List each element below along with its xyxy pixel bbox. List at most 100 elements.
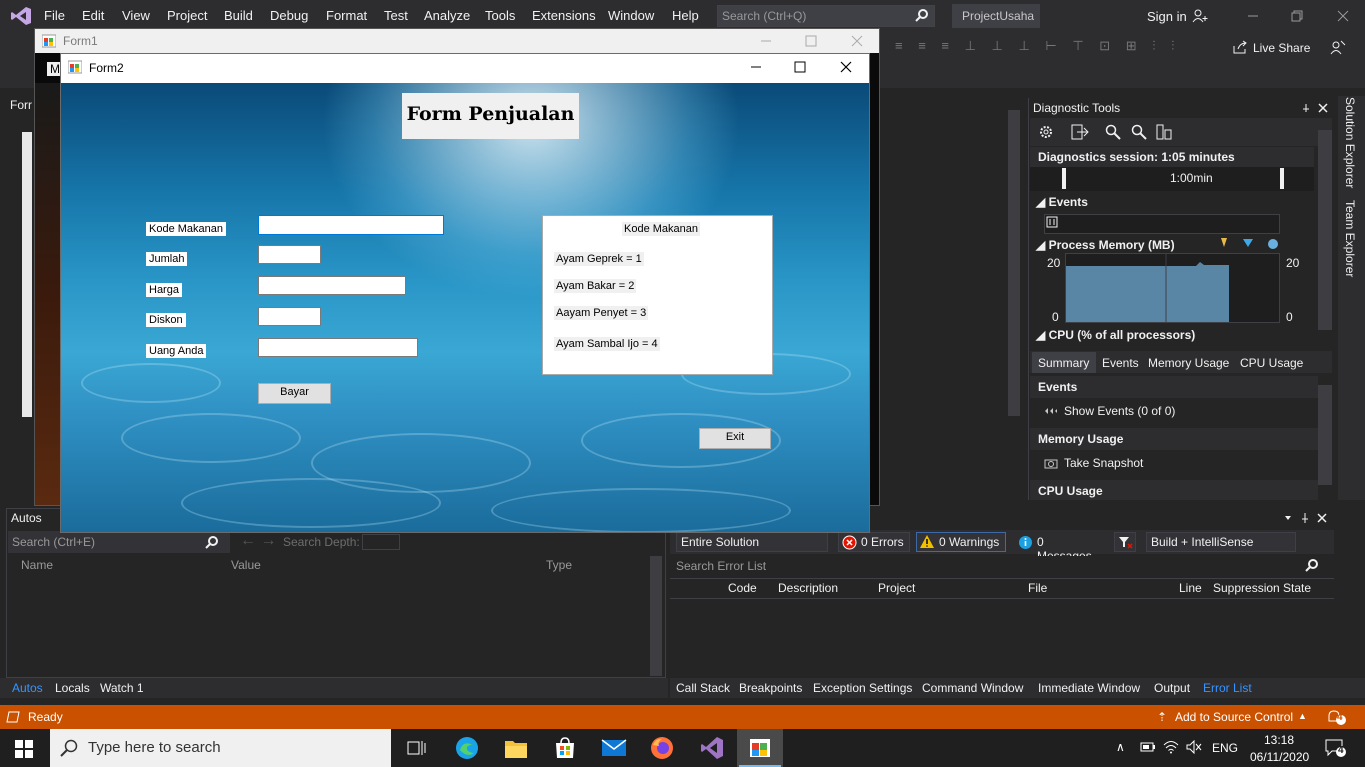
tab-autos[interactable]: Autos <box>12 681 43 695</box>
timeline-end-handle[interactable] <box>1280 168 1284 189</box>
menu-debug[interactable]: Debug <box>270 8 308 23</box>
export-icon[interactable] <box>1071 124 1089 140</box>
add-to-source-control[interactable]: Add to Source Control <box>1175 710 1293 724</box>
search-depth-select[interactable] <box>362 534 400 550</box>
tab-watch1[interactable]: Watch 1 <box>100 681 144 695</box>
filter-icon[interactable] <box>1114 532 1136 552</box>
errcol-description[interactable]: Description <box>778 581 838 595</box>
clock-date[interactable]: 06/11/2020 <box>1250 750 1309 764</box>
errlist-pin-close-icon[interactable] <box>1283 512 1331 524</box>
designer-scrollbar[interactable] <box>1008 110 1020 416</box>
vs-restore-icon[interactable] <box>1289 8 1305 24</box>
tab-memory-usage[interactable]: Memory Usage <box>1148 356 1229 370</box>
designer-tab[interactable]: Forr <box>10 98 32 112</box>
menu-edit[interactable]: Edit <box>82 8 104 23</box>
vs-search-input[interactable]: Search (Ctrl+Q) <box>717 5 935 27</box>
tab-summary[interactable]: Summary <box>1038 356 1089 370</box>
jumlah-input[interactable] <box>258 245 321 264</box>
zoom-out-icon[interactable] <box>1131 124 1147 140</box>
live-share-icon[interactable] <box>1232 40 1248 54</box>
autos-scrollbar[interactable] <box>650 556 662 676</box>
tab-immediate-window[interactable]: Immediate Window <box>1038 681 1140 695</box>
menu-analyze[interactable]: Analyze <box>424 8 470 23</box>
wifi-icon[interactable] <box>1163 739 1179 754</box>
menu-tools[interactable]: Tools <box>485 8 515 23</box>
chevron-up-icon[interactable]: ▲ <box>1298 711 1307 721</box>
task-view-icon[interactable] <box>407 739 427 757</box>
errlist-search-icon[interactable] <box>1305 558 1319 572</box>
errcol-suppression[interactable]: Suppression State <box>1213 581 1311 595</box>
timeline-start-handle[interactable] <box>1062 168 1066 189</box>
pin-close-icon[interactable] <box>1300 103 1332 113</box>
error-list-search[interactable]: Search Error List <box>672 556 1332 576</box>
build-intellisense-select[interactable]: Build + IntelliSense <box>1146 532 1296 552</box>
scope-select[interactable]: Entire Solution <box>676 532 828 552</box>
process-memory-header[interactable]: ◢ Process Memory (MB) <box>1036 238 1175 252</box>
menu-build[interactable]: Build <box>224 8 253 23</box>
show-events-link[interactable]: Show Events (0 of 0) <box>1030 400 1318 424</box>
back-arrow-icon[interactable]: ← → <box>240 532 276 550</box>
menu-window[interactable]: Window <box>608 8 654 23</box>
tab-breakpoints[interactable]: Breakpoints <box>739 681 802 695</box>
winforms-app-icon[interactable] <box>749 737 771 759</box>
vs-close-icon[interactable] <box>1335 8 1351 24</box>
tab-error-list[interactable]: Error List <box>1203 681 1252 695</box>
team-explorer-tab[interactable]: Team Explorer <box>1343 200 1357 277</box>
tab-output[interactable]: Output <box>1154 681 1190 695</box>
form1-window-controls-icon[interactable] <box>758 35 868 47</box>
diag-upper-scrollbar[interactable] <box>1318 130 1332 330</box>
menu-view[interactable]: View <box>122 8 150 23</box>
visual-studio-taskbar-icon[interactable] <box>700 736 724 760</box>
form1-titlebar[interactable]: Form1 <box>35 29 879 53</box>
errcol-project[interactable]: Project <box>878 581 915 595</box>
gear-icon[interactable] <box>1038 124 1054 140</box>
file-explorer-icon[interactable] <box>504 737 528 759</box>
tray-overflow-icon[interactable]: ∧ <box>1116 740 1125 754</box>
diag-lower-scrollbar[interactable] <box>1318 385 1332 485</box>
tab-exception-settings[interactable]: Exception Settings <box>813 681 912 695</box>
menu-format[interactable]: Format <box>326 8 367 23</box>
mail-icon[interactable] <box>601 738 627 758</box>
form2-maximize-icon[interactable] <box>794 61 806 73</box>
pause-icon[interactable] <box>1046 216 1058 228</box>
firefox-icon[interactable] <box>650 736 674 760</box>
menu-project[interactable]: Project <box>167 8 207 23</box>
autos-search-input[interactable]: Search (Ctrl+E) <box>8 531 230 553</box>
harga-input[interactable] <box>258 276 406 295</box>
take-snapshot-button[interactable]: Take Snapshot <box>1030 452 1318 476</box>
zoom-in-icon[interactable] <box>1105 124 1121 140</box>
live-share-button[interactable]: Live Share <box>1253 41 1310 55</box>
autos-col-value[interactable]: Value <box>231 558 261 572</box>
reset-zoom-icon[interactable] <box>1156 124 1172 140</box>
layout-tools-icon[interactable]: ≡ ≡ ≡ ⊥ ⊥ ⊥ ⊢ ⊤ ⊡ ⊞ ⫶ ⫶ <box>895 38 1215 54</box>
cpu-header[interactable]: ◢ CPU (% of all processors) <box>1036 328 1195 342</box>
visual-studio-logo-icon[interactable] <box>10 6 32 26</box>
errcol-file[interactable]: File <box>1028 581 1047 595</box>
menu-help[interactable]: Help <box>672 8 699 23</box>
language-indicator[interactable]: ENG <box>1212 741 1238 755</box>
kode-makanan-input[interactable] <box>258 215 444 235</box>
autos-col-type[interactable]: Type <box>546 558 572 572</box>
sign-in-link[interactable]: Sign in <box>1147 9 1187 24</box>
diskon-input[interactable] <box>258 307 321 326</box>
tab-call-stack[interactable]: Call Stack <box>676 681 730 695</box>
edge-icon[interactable] <box>455 736 479 760</box>
errcol-code[interactable]: Code <box>728 581 757 595</box>
tab-events[interactable]: Events <box>1102 356 1139 370</box>
user-add-icon[interactable] <box>1192 9 1208 23</box>
store-icon[interactable] <box>553 736 577 760</box>
uang-anda-input[interactable] <box>258 338 418 357</box>
tab-command-window[interactable]: Command Window <box>922 681 1023 695</box>
menu-extensions[interactable]: Extensions <box>532 8 596 23</box>
menu-test[interactable]: Test <box>384 8 408 23</box>
errcol-line[interactable]: Line <box>1179 581 1202 595</box>
vs-minimize-icon[interactable] <box>1245 8 1261 24</box>
events-track[interactable] <box>1044 214 1280 234</box>
solution-explorer-tab[interactable]: Solution Explorer <box>1343 97 1357 188</box>
form2-titlebar[interactable]: Form2 <box>61 54 869 83</box>
tab-cpu-usage[interactable]: CPU Usage <box>1240 356 1303 370</box>
feedback-icon[interactable] <box>1330 39 1346 55</box>
form2-minimize-icon[interactable] <box>749 61 763 73</box>
tab-locals[interactable]: Locals <box>55 681 90 695</box>
bayar-button[interactable]: Bayar <box>258 383 331 404</box>
